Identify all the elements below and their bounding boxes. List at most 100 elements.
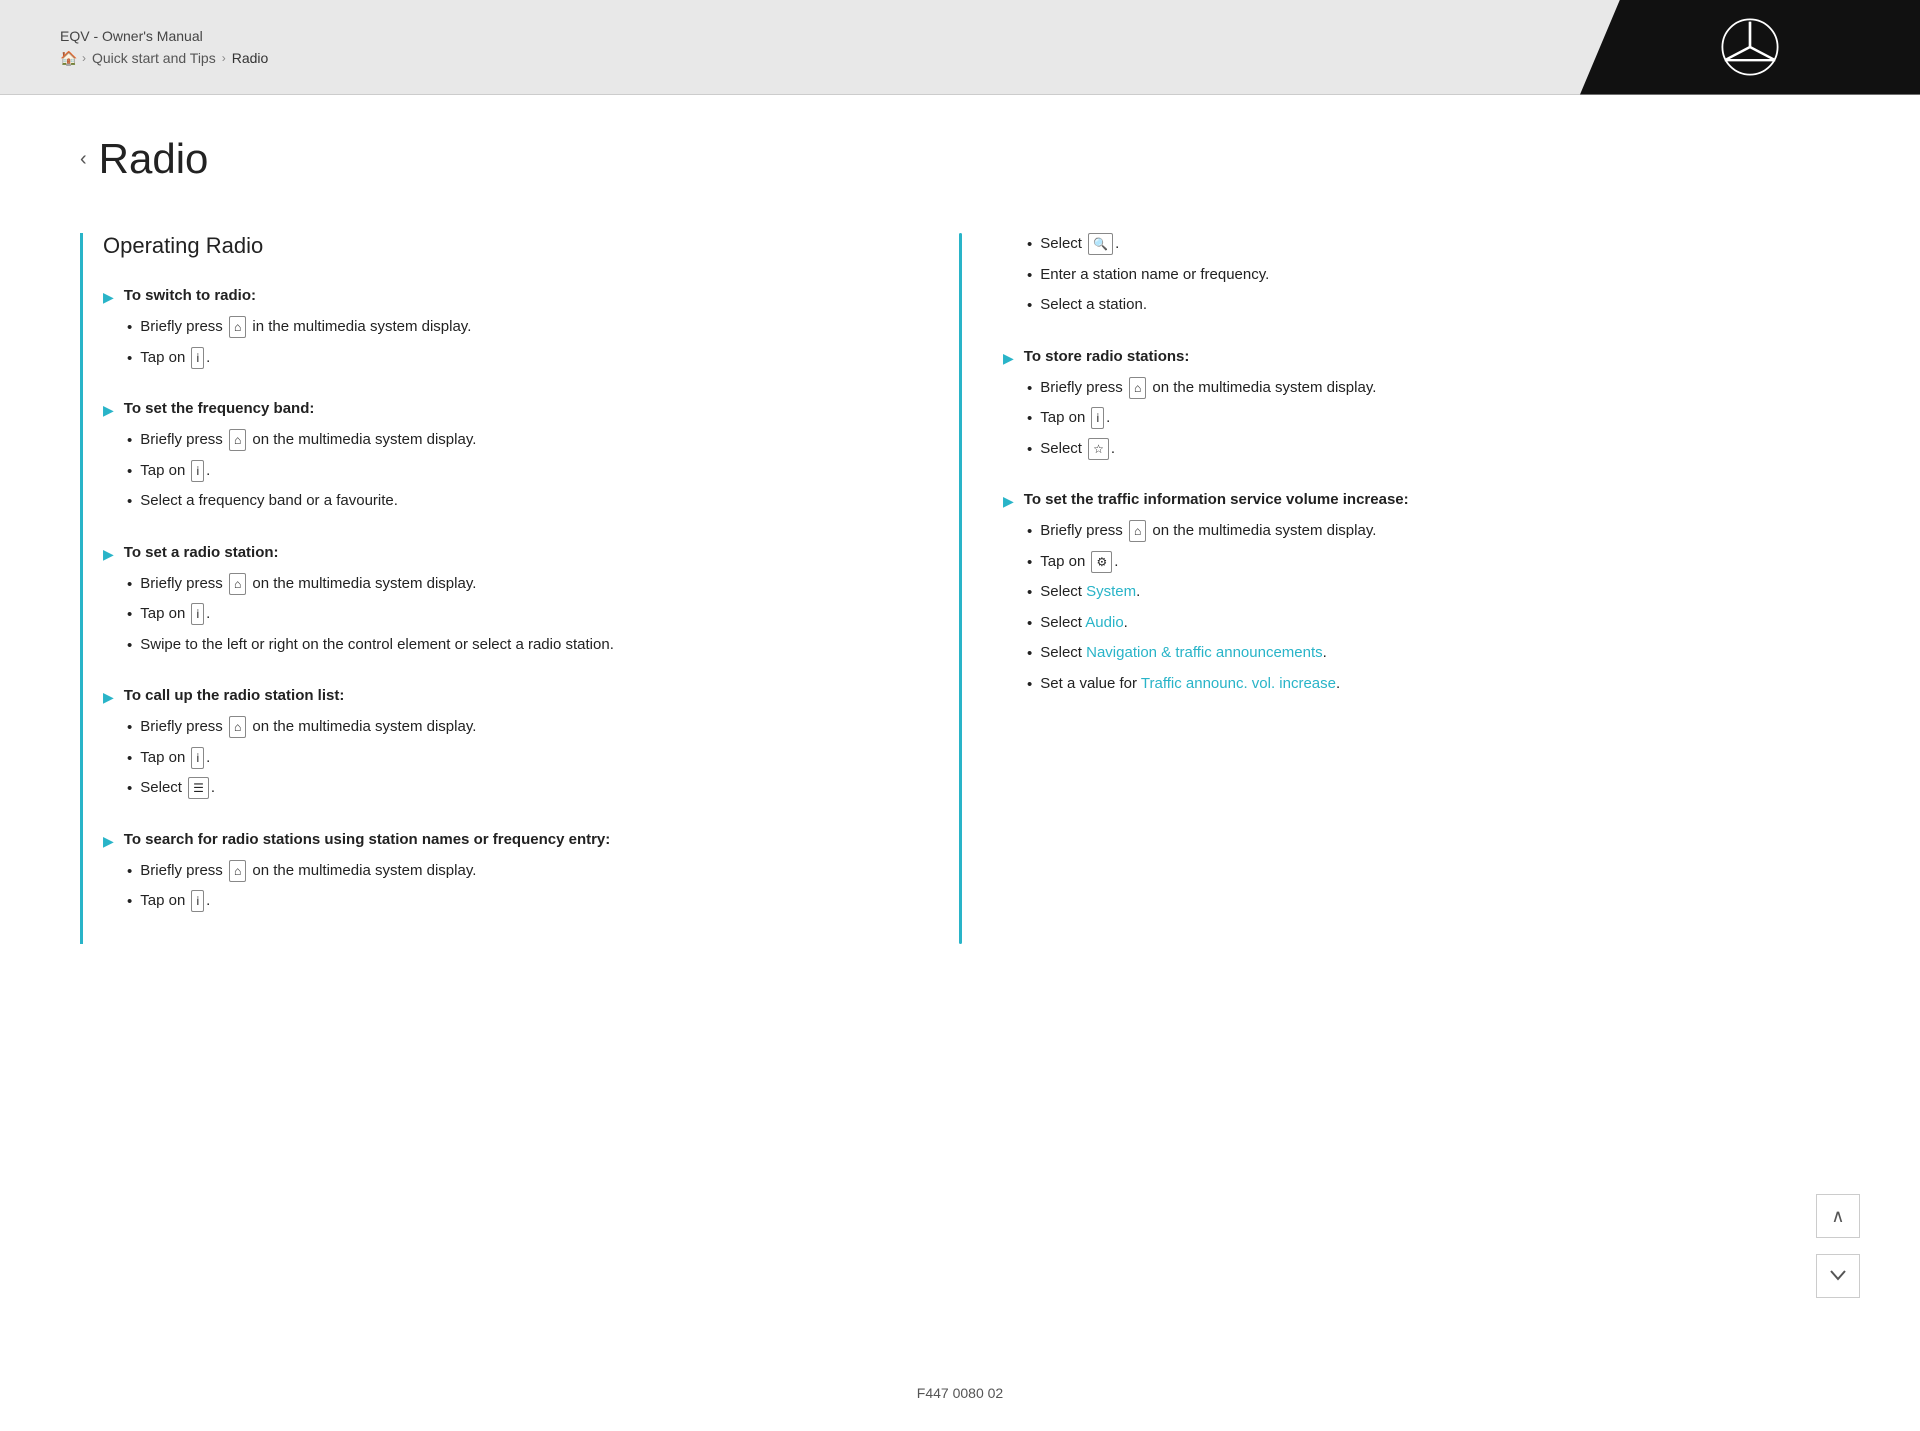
info-icon-box: i	[191, 890, 204, 912]
instr-arrow: ▶	[103, 833, 114, 850]
instr-title-row: ▶ To set the traffic information service…	[1003, 491, 1840, 510]
instr-switch-to-radio: ▶ To switch to radio: Briefly press ⌂ in…	[103, 287, 927, 370]
instr-arrow: ▶	[103, 689, 114, 706]
instr-arrow: ▶	[1003, 350, 1014, 367]
home-icon-box: ⌂	[229, 573, 246, 595]
instr-search-stations: ▶ To search for radio stations using sta…	[103, 831, 927, 914]
breadcrumb-section[interactable]: Quick start and Tips	[92, 50, 216, 66]
instr-call-up-list: ▶ To call up the radio station list: Bri…	[103, 687, 927, 801]
list-item: Tap on i.	[127, 347, 927, 371]
settings-icon-box: ⚙	[1091, 551, 1112, 573]
instr-traffic-volume: ▶ To set the traffic information service…	[1003, 491, 1840, 696]
home-icon-box: ⌂	[229, 860, 246, 882]
page-header: ‹ Radio	[80, 135, 1840, 183]
info-icon-box: i	[191, 347, 204, 369]
info-icon-box: i	[1091, 407, 1104, 429]
list-item: Tap on i.	[127, 890, 927, 914]
instr-title-row: ▶ To search for radio stations using sta…	[103, 831, 927, 850]
instr-arrow: ▶	[103, 402, 114, 419]
instr-title-row: ▶ To set the frequency band:	[103, 400, 927, 419]
instr-steps-traffic: Briefly press ⌂ on the multimedia system…	[1003, 520, 1840, 696]
instr-title-freq: To set the frequency band:	[124, 400, 315, 417]
left-column: Operating Radio ▶ To switch to radio: Br…	[80, 233, 927, 944]
instr-steps-station: Briefly press ⌂ on the multimedia system…	[103, 573, 927, 658]
info-icon-box: i	[191, 460, 204, 482]
instr-arrow: ▶	[103, 546, 114, 563]
list-item: Tap on i.	[127, 460, 927, 484]
list-item: Tap on i.	[127, 603, 927, 627]
breadcrumb-sep-2: ›	[222, 51, 226, 65]
list-item: Set a value for Traffic announc. vol. in…	[1027, 673, 1840, 697]
expand-icon	[1828, 1266, 1848, 1286]
traffic-vol-link[interactable]: Traffic announc. vol. increase	[1141, 675, 1336, 692]
instr-store-stations: ▶ To store radio stations: Briefly press…	[1003, 348, 1840, 462]
instr-title-row: ▶ To call up the radio station list:	[103, 687, 927, 706]
home-icon-box: ⌂	[1129, 520, 1146, 542]
instr-arrow: ▶	[1003, 493, 1014, 510]
list-item: Briefly press ⌂ on the multimedia system…	[1027, 520, 1840, 544]
instr-steps-freq: Briefly press ⌂ on the multimedia system…	[103, 429, 927, 514]
right-column: Select 🔍. Enter a station name or freque…	[993, 233, 1840, 944]
breadcrumb-sep-1: ›	[82, 51, 86, 65]
list-item: Tap on ⚙.	[1027, 551, 1840, 575]
list-item: Tap on i.	[127, 747, 927, 771]
nav-traffic-link[interactable]: Navigation & traffic announcements	[1086, 644, 1323, 661]
list-item: Briefly press ⌂ on the multimedia system…	[127, 573, 927, 597]
list-item: Select System.	[1027, 581, 1840, 605]
instr-title-row: ▶ To set a radio station:	[103, 544, 927, 563]
list-item: Briefly press ⌂ on the multimedia system…	[127, 860, 927, 884]
back-arrow[interactable]: ‹	[80, 148, 87, 171]
top-steps: Select 🔍. Enter a station name or freque…	[1003, 233, 1840, 318]
list-item: Swipe to the left or right on the contro…	[127, 634, 927, 658]
scroll-down-button[interactable]	[1816, 1254, 1860, 1298]
column-divider	[959, 233, 962, 944]
list-item: Tap on i.	[1027, 407, 1840, 431]
header: EQV - Owner's Manual 🏠 › Quick start and…	[0, 0, 1920, 95]
two-col-layout: Operating Radio ▶ To switch to radio: Br…	[80, 233, 1840, 944]
info-icon-box: i	[191, 603, 204, 625]
right-col-top-steps: Select 🔍. Enter a station name or freque…	[1003, 233, 1840, 318]
list-item: Select Audio.	[1027, 612, 1840, 636]
scroll-up-button[interactable]: ∧	[1816, 1194, 1860, 1238]
instr-arrow: ▶	[103, 289, 114, 306]
breadcrumb-current: Radio	[232, 50, 269, 66]
instr-title-row: ▶ To switch to radio:	[103, 287, 927, 306]
list-item: Select a frequency band or a favourite.	[127, 490, 927, 514]
main-content: ‹ Radio Operating Radio ▶ To switch to r…	[0, 95, 1920, 1355]
list-item: Select Navigation & traffic announcement…	[1027, 642, 1840, 666]
instr-title-search: To search for radio stations using stati…	[124, 831, 611, 848]
list-icon-box: ☰	[188, 777, 209, 799]
audio-link[interactable]: Audio	[1085, 614, 1123, 631]
list-item: Select ☰.	[127, 777, 927, 801]
star-icon-box: ☆	[1088, 438, 1109, 460]
list-item: Select 🔍.	[1027, 233, 1840, 257]
mercedes-logo	[1720, 17, 1780, 77]
instr-steps-switch: Briefly press ⌂ in the multimedia system…	[103, 316, 927, 370]
instr-title-store: To store radio stations:	[1024, 348, 1190, 365]
instr-title-row: ▶ To store radio stations:	[1003, 348, 1840, 367]
footer: F447 0080 02	[0, 1355, 1920, 1431]
manual-title: EQV - Owner's Manual	[60, 28, 268, 44]
info-icon-box: i	[191, 747, 204, 769]
list-item: Briefly press ⌂ on the multimedia system…	[1027, 377, 1840, 401]
instr-steps-store: Briefly press ⌂ on the multimedia system…	[1003, 377, 1840, 462]
list-item: Select ☆.	[1027, 438, 1840, 462]
home-icon-box: ⌂	[229, 429, 246, 451]
home-icon-box: ⌂	[229, 716, 246, 738]
system-link[interactable]: System	[1086, 583, 1136, 600]
instr-title-switch: To switch to radio:	[124, 287, 256, 304]
list-item: Briefly press ⌂ on the multimedia system…	[127, 716, 927, 740]
instr-steps-search: Briefly press ⌂ on the multimedia system…	[103, 860, 927, 914]
page-title: Radio	[99, 135, 209, 183]
home-icon-box: ⌂	[1129, 377, 1146, 399]
instr-title-traffic: To set the traffic information service v…	[1024, 491, 1409, 508]
breadcrumb: 🏠 › Quick start and Tips › Radio	[60, 50, 268, 66]
list-item: Briefly press ⌂ on the multimedia system…	[127, 429, 927, 453]
instr-set-frequency-band: ▶ To set the frequency band: Briefly pre…	[103, 400, 927, 514]
footer-code: F447 0080 02	[917, 1385, 1003, 1401]
list-item: Briefly press ⌂ in the multimedia system…	[127, 316, 927, 340]
logo-area	[1580, 0, 1920, 95]
section-heading: Operating Radio	[103, 233, 927, 259]
home-icon[interactable]: 🏠	[60, 50, 76, 66]
list-item: Select a station.	[1027, 294, 1840, 318]
